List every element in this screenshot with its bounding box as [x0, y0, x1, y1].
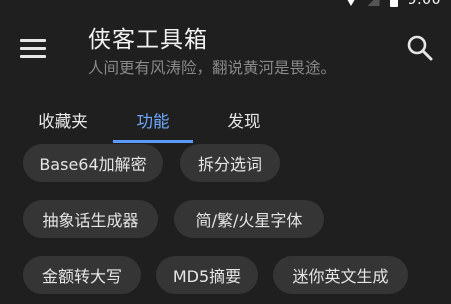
tool-chip-md5[interactable]: MD5摘要: [156, 256, 258, 294]
tool-chip-base64[interactable]: Base64加解密: [23, 144, 163, 182]
menu-button[interactable]: [20, 38, 46, 58]
tool-chip-abstract-generator[interactable]: 抽象话生成器: [23, 200, 158, 238]
tool-chip-label: 迷你英文生成: [292, 267, 389, 286]
search-icon: [407, 35, 433, 61]
tool-chip-mini-english[interactable]: 迷你英文生成: [273, 256, 408, 294]
tab-features[interactable]: 功能: [113, 96, 193, 143]
tool-list: Base64加解密 拆分选词 抽象话生成器 简/繁/火星字体 金额转大写 MD5…: [0, 143, 451, 304]
app-title: 侠客工具箱: [88, 27, 208, 53]
tab-favorites[interactable]: 收藏夹: [18, 96, 108, 143]
tool-chip-label: 金额转大写: [41, 267, 122, 286]
tool-chip-split-words[interactable]: 拆分选词: [180, 144, 280, 182]
tool-chip-label: 简/繁/火星字体: [195, 211, 303, 230]
menu-icon: [20, 39, 46, 42]
tool-chip-amount-uppercase[interactable]: 金额转大写: [23, 256, 141, 294]
app-subtitle: 人间更有风涛险，翻说黄河是畏途。: [88, 59, 337, 77]
tab-discover[interactable]: 发现: [203, 96, 285, 143]
tab-label: 收藏夹: [38, 111, 88, 131]
app-bar: 侠客工具箱 人间更有风涛险，翻说黄河是畏途。: [0, 0, 451, 96]
tab-label: 发现: [227, 111, 261, 131]
tab-bar: 收藏夹 功能 发现: [0, 96, 451, 143]
tool-chip-label: 抽象话生成器: [42, 211, 139, 230]
tool-chip-label: 拆分选词: [197, 155, 262, 174]
tool-chip-label: Base64加解密: [39, 155, 147, 174]
tool-chip-font-convert[interactable]: 简/繁/火星字体: [174, 200, 324, 238]
tool-chip-label: MD5摘要: [172, 267, 242, 286]
search-button[interactable]: [406, 34, 434, 62]
tab-label: 功能: [136, 111, 170, 131]
app-screen: 9:00 侠客工具箱 人间更有风涛险，翻说黄河是畏途。 收藏夹 功能 发现 Ba…: [0, 0, 451, 304]
